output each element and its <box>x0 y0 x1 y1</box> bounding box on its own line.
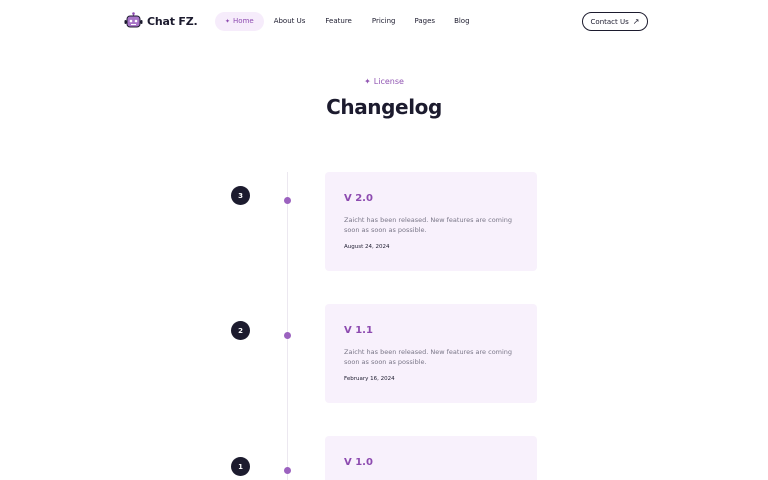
version-number-badge: 2 <box>231 321 250 340</box>
version-number-badge: 1 <box>231 457 250 476</box>
nav-item-home[interactable]: ✦ Home <box>215 12 264 31</box>
nav-item-label: Feature <box>325 17 352 25</box>
card-version: V 1.0 <box>344 457 373 468</box>
page-title: Changelog <box>326 95 442 119</box>
changelog-card: V 1.1 Zaicht has been released. New feat… <box>325 304 537 403</box>
nav-item-about-us[interactable]: About Us <box>274 12 306 31</box>
timeline-dot <box>284 332 291 339</box>
nav-item-pages[interactable]: Pages <box>414 12 435 31</box>
timeline-dot <box>284 197 291 204</box>
card-version: V 1.1 <box>344 325 373 336</box>
sparkle-icon: ✦ <box>225 18 231 25</box>
changelog-card: V 2.0 Zaicht has been released. New feat… <box>325 172 537 271</box>
robot-icon <box>124 12 143 30</box>
nav-item-label: Pages <box>414 17 436 25</box>
logo-text: Chat FZ. <box>147 14 198 28</box>
contact-us-label: Contact Us <box>590 17 629 26</box>
card-date: August 24, 2024 <box>344 244 390 250</box>
nav-item-pricing[interactable]: Pricing <box>372 12 396 31</box>
site-header: Chat FZ. ✦ Home About Us Feature Pricing … <box>0 0 768 44</box>
card-date: February 16, 2024 <box>344 376 395 382</box>
card-version: V 2.0 <box>344 193 373 204</box>
nav-item-label: Blog <box>454 17 470 25</box>
card-description: Zaicht has been released. New features a… <box>344 216 513 234</box>
nav-item-label: Pricing <box>371 17 396 25</box>
nav-item-label: Home <box>233 17 254 25</box>
main-nav: ✦ Home About Us Feature Pricing Pages Blo… <box>215 12 470 31</box>
nav-item-blog[interactable]: Blog <box>454 12 469 31</box>
timeline-line <box>287 172 288 480</box>
nav-item-label: About Us <box>273 17 306 25</box>
timeline-dot <box>284 467 291 474</box>
eyebrow-label: License <box>373 77 404 86</box>
version-number-badge: 3 <box>231 186 250 205</box>
section-eyebrow: ✦ License <box>0 77 768 86</box>
logo[interactable]: Chat FZ. <box>124 12 198 30</box>
contact-us-button[interactable]: Contact Us ↗ <box>582 12 648 31</box>
sparkle-icon: ✦ <box>364 77 371 86</box>
card-description: Zaicht has been released. New features a… <box>344 348 513 366</box>
changelog-card: V 1.0 <box>325 436 537 480</box>
nav-item-feature[interactable]: Feature <box>325 12 351 31</box>
arrow-up-right-icon: ↗ <box>632 17 640 26</box>
